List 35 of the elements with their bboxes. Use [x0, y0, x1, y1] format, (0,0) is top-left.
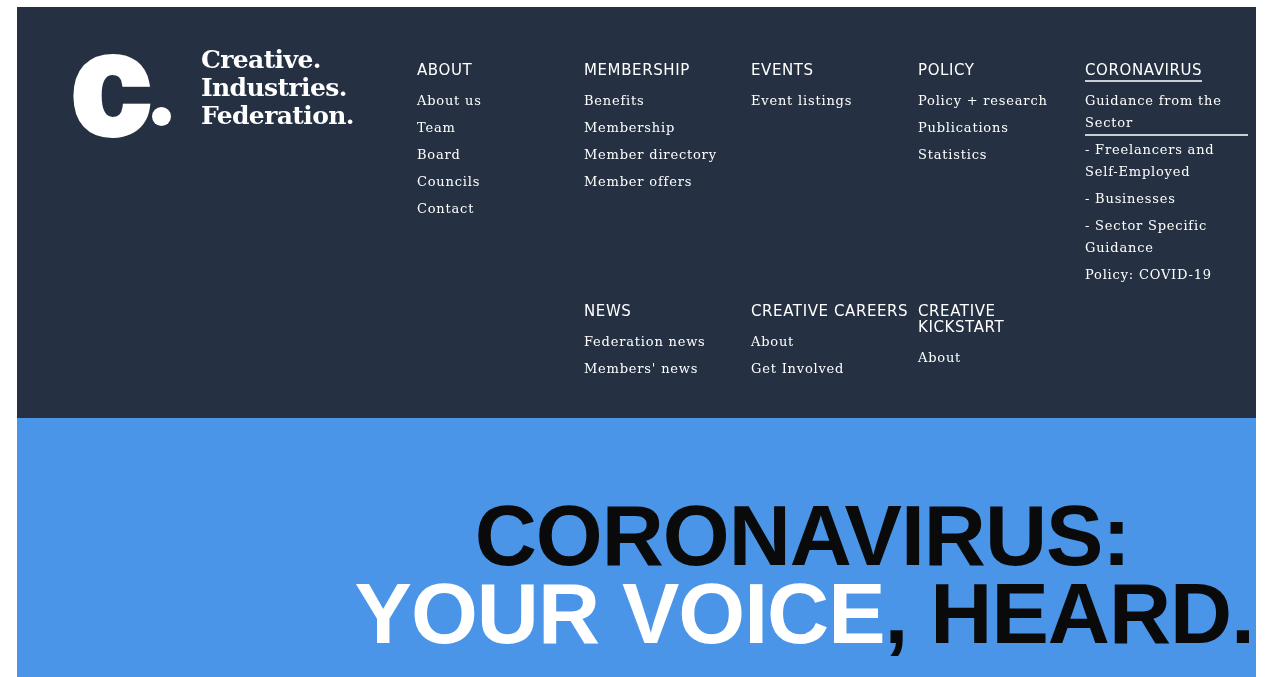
menu-link[interactable]: Guidance from the Sector: [1085, 90, 1248, 136]
menu-link[interactable]: Policy + research: [918, 90, 1081, 114]
menu-link[interactable]: Contact: [417, 198, 580, 222]
menu-link[interactable]: Publications: [918, 117, 1081, 141]
menu-link[interactable]: Policy: COVID-19: [1085, 264, 1248, 288]
menu-link[interactable]: Federation news: [584, 331, 747, 355]
menu-link[interactable]: About us: [417, 90, 580, 114]
menu-link[interactable]: Benefits: [584, 90, 747, 114]
menu-link[interactable]: Get Involved: [751, 358, 914, 382]
menu-heading[interactable]: CREATIVE KICKSTART: [918, 303, 1081, 339]
hero-headline: CORONAVIRUS:: [474, 496, 1130, 574]
menu-link[interactable]: About: [918, 347, 1081, 371]
menu-heading[interactable]: MEMBERSHIP: [584, 62, 690, 82]
menu-link[interactable]: - Businesses: [1085, 188, 1248, 212]
menu-link[interactable]: Event listings: [751, 90, 914, 114]
menu-link[interactable]: About: [751, 331, 914, 355]
menu-link[interactable]: Statistics: [918, 144, 1081, 168]
logo-dot-icon: [151, 107, 171, 126]
menu-link[interactable]: Membership: [584, 117, 747, 141]
menu-link[interactable]: Team: [417, 117, 580, 141]
menu-heading[interactable]: CREATIVE CAREERS: [751, 303, 909, 323]
menu-heading[interactable]: NEWS: [584, 303, 632, 323]
menu-heading[interactable]: POLICY: [918, 62, 975, 82]
menu-heading[interactable]: ABOUT: [417, 62, 473, 82]
menu-link[interactable]: Members' news: [584, 358, 747, 382]
menu-link[interactable]: - Freelancers and Self-Employed: [1085, 139, 1248, 185]
menu-link[interactable]: Member directory: [584, 144, 747, 168]
menu-heading[interactable]: EVENTS: [751, 62, 814, 82]
menu-link[interactable]: - Sector Specific Guidance: [1085, 215, 1248, 261]
logo-mark[interactable]: c: [72, 35, 150, 135]
menu-heading[interactable]: CORONAVIRUS: [1085, 62, 1203, 82]
menu-link[interactable]: Board: [417, 144, 580, 168]
logo-wordmark[interactable]: Creative. Industries. Federation.: [200, 46, 354, 130]
menu-link[interactable]: Member offers: [584, 171, 747, 195]
menu-link[interactable]: Councils: [417, 171, 580, 195]
